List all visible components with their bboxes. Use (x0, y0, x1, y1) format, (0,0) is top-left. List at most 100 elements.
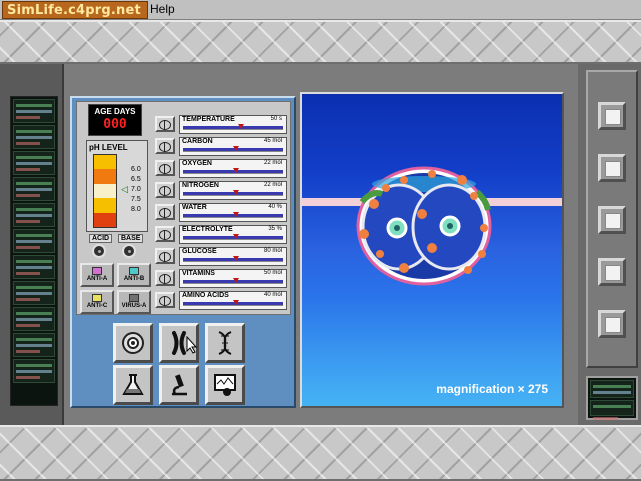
nutrient-gauge: VITAMINS 50 mol (179, 269, 287, 288)
microscope-button[interactable] (159, 365, 199, 405)
adjust-toggle-icon[interactable] (155, 270, 175, 286)
gauge-marker (233, 234, 239, 239)
top-plate (0, 20, 641, 64)
sample-slot[interactable] (13, 99, 55, 123)
nutrient-row-oxygen: OXYGEN 22 mol (155, 159, 287, 179)
nutrient-gauge: OXYGEN 22 mol (179, 159, 287, 178)
nutrient-row-carbon: CARBON 45 mol (155, 137, 287, 157)
age-days-value: 000 (103, 117, 127, 132)
gauge-marker (233, 256, 239, 261)
gauge-marker (233, 190, 239, 195)
dna-button[interactable] (205, 323, 245, 363)
side-button-3[interactable] (598, 206, 626, 234)
ph-tick: 7.5 (131, 196, 141, 203)
age-days-label: AGE DAYS (94, 107, 136, 116)
sample-slot[interactable] (13, 229, 55, 253)
menu-help[interactable]: Help (150, 2, 175, 16)
monitor-button[interactable] (205, 365, 245, 405)
menu-bar: SimLife.c4prg.net Help (0, 0, 641, 20)
nutrient-row-water: WATER 40 % (155, 203, 287, 223)
ph-label: pH LEVEL (89, 143, 128, 152)
nutrient-gauge: NITROGEN 22 mol (179, 181, 287, 200)
nutrient-row-vitamins: VITAMINS 50 mol (155, 269, 287, 289)
nutrient-row-temperature: TEMPERATURE 50 s (155, 115, 287, 135)
sample-slot[interactable] (13, 307, 55, 331)
adjust-toggle-icon[interactable] (155, 182, 175, 198)
side-button-2[interactable] (598, 154, 626, 182)
base-label: BASE (118, 234, 144, 243)
anti-a-button[interactable]: ANTI-A (80, 263, 114, 287)
ph-tick: 8.0 (131, 206, 141, 213)
gauge-marker (233, 168, 239, 173)
ph-tick: 6.5 (131, 176, 141, 183)
nutrient-gauge: TEMPERATURE 50 s (179, 115, 287, 134)
bottom-plate (0, 425, 641, 481)
adjust-toggle-icon[interactable] (155, 138, 175, 154)
age-days-display: AGE DAYS 000 (88, 104, 142, 136)
flask-icon (122, 374, 144, 395)
ph-tick: 7.0 (131, 186, 141, 193)
mouse-cursor-icon (186, 336, 198, 354)
nutrient-gauge: GLUCOSE 80 mol (179, 247, 287, 266)
ph-pointer-icon: ◁ (121, 185, 128, 195)
acid-label: ACID (89, 234, 113, 243)
side-button-5[interactable] (598, 310, 626, 338)
ph-tick: 6.0 (131, 166, 141, 173)
microscope-icon (172, 374, 187, 396)
monitor-icon (214, 374, 236, 396)
vial-icon (92, 294, 102, 302)
magnification-label: magnification × 275 (436, 382, 548, 396)
adjust-toggle-icon[interactable] (155, 292, 175, 308)
side-button-4[interactable] (598, 258, 626, 286)
sample-slot[interactable] (13, 177, 55, 201)
specimen-viewport[interactable]: magnification × 275 (300, 92, 564, 408)
sample-slot[interactable] (13, 255, 55, 279)
mini-monitor (586, 376, 638, 420)
vial-icon (129, 267, 139, 275)
adjust-toggle-icon[interactable] (155, 116, 175, 132)
adjust-toggle-icon[interactable] (155, 160, 175, 176)
gauge-marker (233, 146, 239, 151)
dividing-cell-icon (356, 166, 492, 286)
gauge-marker (238, 124, 244, 129)
adjust-toggle-icon[interactable] (155, 204, 175, 220)
sample-slot[interactable] (13, 203, 55, 227)
nutrient-row-nitrogen: NITROGEN 22 mol (155, 181, 287, 201)
vial-icon (92, 267, 102, 275)
ph-color-bar (93, 154, 117, 228)
side-button-1[interactable] (598, 102, 626, 130)
right-button-panel (586, 70, 638, 368)
monitor-trace (590, 400, 634, 420)
anti-b-button[interactable]: ANTI-B (117, 263, 151, 287)
sample-stack (10, 96, 58, 406)
ph-meter: pH LEVEL ◁ 6.0 6.5 7.0 7.5 8.0 (86, 140, 148, 232)
adjust-toggle-icon[interactable] (155, 248, 175, 264)
gauge-marker (233, 212, 239, 217)
cell-view-icon (122, 332, 144, 354)
sample-slot[interactable] (13, 359, 55, 383)
nutrient-gauge: AMINO ACIDS 40 mol (179, 291, 287, 310)
acid-knob[interactable] (92, 244, 106, 258)
adjust-toggle-icon[interactable] (155, 226, 175, 242)
dna-icon (218, 331, 232, 355)
nutrient-row-amino-acids: AMINO ACIDS 40 mol (155, 291, 287, 311)
flask-button[interactable] (113, 365, 153, 405)
app-window: SimLife.c4prg.net Help AGE DAYS 000 pH L… (0, 0, 641, 481)
gauge-marker (233, 278, 239, 283)
virus-a-button[interactable]: VIRUS-A (117, 290, 151, 314)
syringe-icon (129, 294, 139, 302)
sample-slot[interactable] (13, 151, 55, 175)
monitor-trace (590, 380, 634, 398)
anti-c-button[interactable]: ANTI-C (80, 290, 114, 314)
sample-slot[interactable] (13, 281, 55, 305)
nutrient-gauge: ELECTROLYTE 35 % (179, 225, 287, 244)
cell-view-button[interactable] (113, 323, 153, 363)
sample-slot[interactable] (13, 333, 55, 357)
gauge-marker (233, 300, 239, 305)
logo-watermark: SimLife.c4prg.net (2, 1, 148, 19)
ph-ticks: 6.0 6.5 7.0 7.5 8.0 (131, 165, 141, 215)
nutrient-row-electrolyte: ELECTROLYTE 35 % (155, 225, 287, 245)
base-knob[interactable] (122, 244, 136, 258)
sample-slot[interactable] (13, 125, 55, 149)
nutrient-gauge: WATER 40 % (179, 203, 287, 222)
